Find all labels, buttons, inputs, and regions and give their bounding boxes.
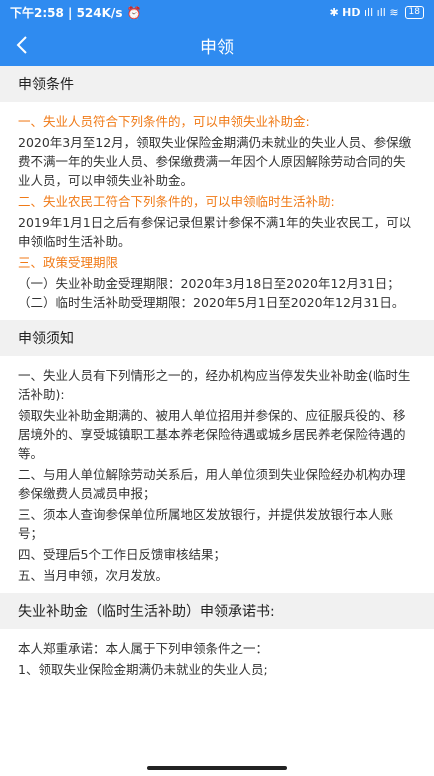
condition-text-2: 2019年1月1日之后有参保记录但累计参保不满1年的失业农民工，可以申领临时生活… <box>18 215 412 249</box>
chevron-left-icon <box>16 36 27 54</box>
section-title-notice: 申领须知 <box>0 320 434 356</box>
notice-content: 一、失业人员有下列情形之一的，经办机构应当停发失业补助金(临时生活补助): 领取… <box>0 356 434 593</box>
pledge-text-2: 1、领取失业保险金期满仍未就业的失业人员; <box>18 662 268 677</box>
notice-text-1: 一、失业人员有下列情形之一的，经办机构应当停发失业补助金(临时生活补助): <box>18 368 411 402</box>
notice-text-2: 领取失业补助金期满的、被用人单位招用并参保的、应征服兵役的、移居境外的、享受城镇… <box>18 408 406 461</box>
section-title-conditions: 申领条件 <box>0 66 434 102</box>
condition-text-3: （一）失业补助金受理期限：2020年3月18日至2020年12月31日；（二）临… <box>18 276 405 310</box>
app-bar: 申领 <box>0 24 434 66</box>
notice-text-5: 四、受理后5个工作日反馈审核结果； <box>18 547 226 562</box>
battery-icon: 18 <box>404 5 424 19</box>
conditions-content: 一、失业人员符合下列条件的，可以申领失业补助金: 2020年3月至12月，领取失… <box>0 102 434 320</box>
signal-icons: ✱ 𝗛𝗗 ıll ıll ≋ <box>329 5 399 19</box>
back-button[interactable] <box>0 24 44 66</box>
notice-text-4: 三、须本人查询参保单位所属地区发放银行，并提供发放银行本人账号； <box>18 507 394 541</box>
pledge-text-1: 本人郑重承诺：本人属于下列申领条件之一： <box>18 641 269 656</box>
home-indicator[interactable] <box>147 766 287 770</box>
section-title-pledge: 失业补助金（临时生活补助）申领承诺书: <box>0 593 434 629</box>
status-bar: 下午2:58 | 524K/s ⏰ ✱ 𝗛𝗗 ıll ıll ≋ 18 <box>0 0 434 24</box>
condition-heading-2: 二、失业农民工符合下列条件的，可以申领临时生活补助: <box>18 194 335 209</box>
status-time: 下午2:58 | 524K/s ⏰ <box>10 5 142 20</box>
notice-text-3: 二、与用人单位解除劳动关系后，用人单位须到失业保险经办机构办理参保缴费人员减员申… <box>18 467 406 501</box>
pledge-content: 本人郑重承诺：本人属于下列申领条件之一： 1、领取失业保险金期满仍未就业的失业人… <box>0 629 434 687</box>
condition-heading-3: 三、政策受理期限 <box>18 255 119 270</box>
status-icons: ✱ 𝗛𝗗 ıll ıll ≋ 18 <box>329 5 424 19</box>
condition-text-1: 2020年3月至12月，领取失业保险金期满仍未就业的失业人员、参保缴费不满一年的… <box>18 135 412 188</box>
page-title: 申领 <box>200 37 234 58</box>
notice-text-6: 五、当月申领，次月发放。 <box>18 568 169 583</box>
condition-heading-1: 一、失业人员符合下列条件的，可以申领失业补助金: <box>18 114 310 129</box>
